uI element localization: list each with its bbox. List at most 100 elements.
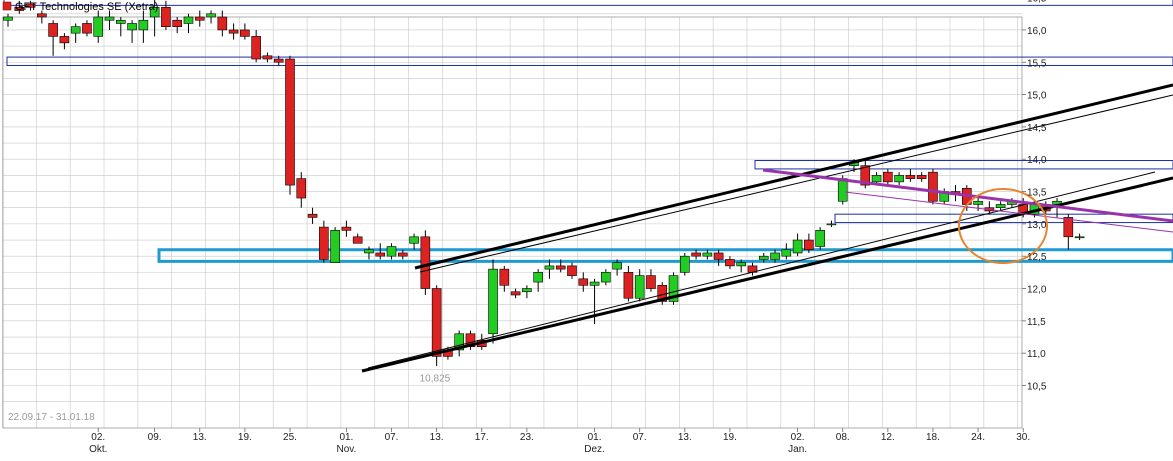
candle-body [567,265,577,276]
y-tick-label: 12,0 [1027,285,1047,296]
candle-body [104,16,115,21]
x-tick-label: 19. [723,432,737,443]
x-tick-label: 13. [678,432,692,443]
candle-body [1063,217,1074,238]
x-month-label: Dez. [584,444,605,455]
y-tick-label: 14,0 [1027,155,1047,166]
y-tick-label: 11,5 [1027,317,1046,328]
candle-body [623,272,634,299]
candle-body [262,55,273,60]
x-tick-label: 12. [881,432,895,443]
candle-body [510,291,521,296]
x-tick-label: 07. [385,432,399,443]
candle-body [386,246,397,257]
candle-body [499,268,510,286]
candle-body [612,262,622,270]
y-tick-label: 16,0 [1027,26,1047,37]
candle-body [409,236,419,244]
y-tick-label: 10,5 [1027,382,1047,393]
plot-background [0,0,1173,461]
candle-body [589,281,600,286]
candle-body [905,175,916,179]
candle-body [127,23,137,31]
candle-body [995,204,1006,209]
candle-body [871,175,882,183]
candle-body [1074,236,1085,239]
y-tick-label: 13,0 [1027,220,1047,231]
date-range-label: 22.09.17 - 31.01.18 [8,412,95,423]
candle-body [375,252,386,257]
candle-body [285,58,295,186]
candle-body [307,213,318,218]
candle-body [736,262,747,267]
candle-body [815,230,825,247]
y-tick-label: 16,5 [1027,0,1047,5]
candle-body [138,19,149,31]
y-tick-label: 14,5 [1027,123,1047,134]
candle-body [928,171,938,202]
x-tick-label: 17. [475,432,489,443]
candle-body [397,252,408,257]
x-tick-label: 01. [339,432,353,443]
candle-body [713,252,724,260]
candle-body [781,249,792,257]
y-tick-label: 12,5 [1027,252,1047,263]
candle-body [3,16,13,21]
candlestick-chart: 10,5 11,0 11,5 12,0 12,5 13,0 13,5 14,0 14,5 15,0… [0,0,1173,461]
chart-title: GFT Technologies SE (Xetra) [15,1,158,13]
legend-swatch [2,1,12,11]
x-tick-label: 07. [633,432,647,443]
candle-body [228,29,239,34]
candle-body [770,252,780,260]
candle-body [555,265,566,270]
candle-body [488,268,498,335]
candle-body [296,178,307,199]
x-tick-label: 23. [520,432,534,443]
candle-body [420,236,431,289]
candle-body [725,259,735,267]
x-tick-label: 13. [430,432,444,443]
candle-body [758,255,769,260]
candle-body [70,26,81,34]
candle-body [240,29,250,37]
candle-body [544,265,555,270]
candle-body [352,236,363,244]
candle-body [251,36,261,60]
x-tick-label: 01. [588,432,602,443]
x-tick-label: 02. [91,432,105,443]
x-tick-label: 25. [283,432,297,443]
candle-body [364,249,374,254]
x-tick-label: 02. [791,432,805,443]
y-tick-label: 13,5 [1027,188,1047,199]
candle-body [59,36,70,44]
x-tick-label: 08. [836,432,850,443]
candle-body [194,16,205,21]
candle-body [522,288,532,293]
x-tick-label: 18. [926,432,940,443]
candle-body [601,272,611,283]
x-tick-label: 19. [238,432,252,443]
candle-body [48,23,58,37]
y-tick-label: 11,0 [1027,349,1046,360]
candle-body [826,223,837,226]
candle-body [702,252,713,257]
candle-body [206,13,216,18]
x-tick-label: 09. [148,432,162,443]
candle-body [691,252,701,257]
candle-body [894,175,904,183]
candle-body [183,16,194,24]
x-tick-label: 24. [971,432,985,443]
x-month-label: Jan. [788,444,807,455]
candle-body [37,13,47,18]
candle-body [792,239,803,254]
x-month-label: Okt. [89,444,107,455]
candle-body [578,278,589,286]
low-annotation: 10,825 [420,373,451,384]
candle-body [804,239,814,251]
candle-body [973,200,983,205]
candle-body [161,6,171,27]
x-tick-label: 30. [1016,432,1030,443]
candle-body [93,16,104,37]
candle-body [646,275,656,289]
candle-body [172,19,182,27]
